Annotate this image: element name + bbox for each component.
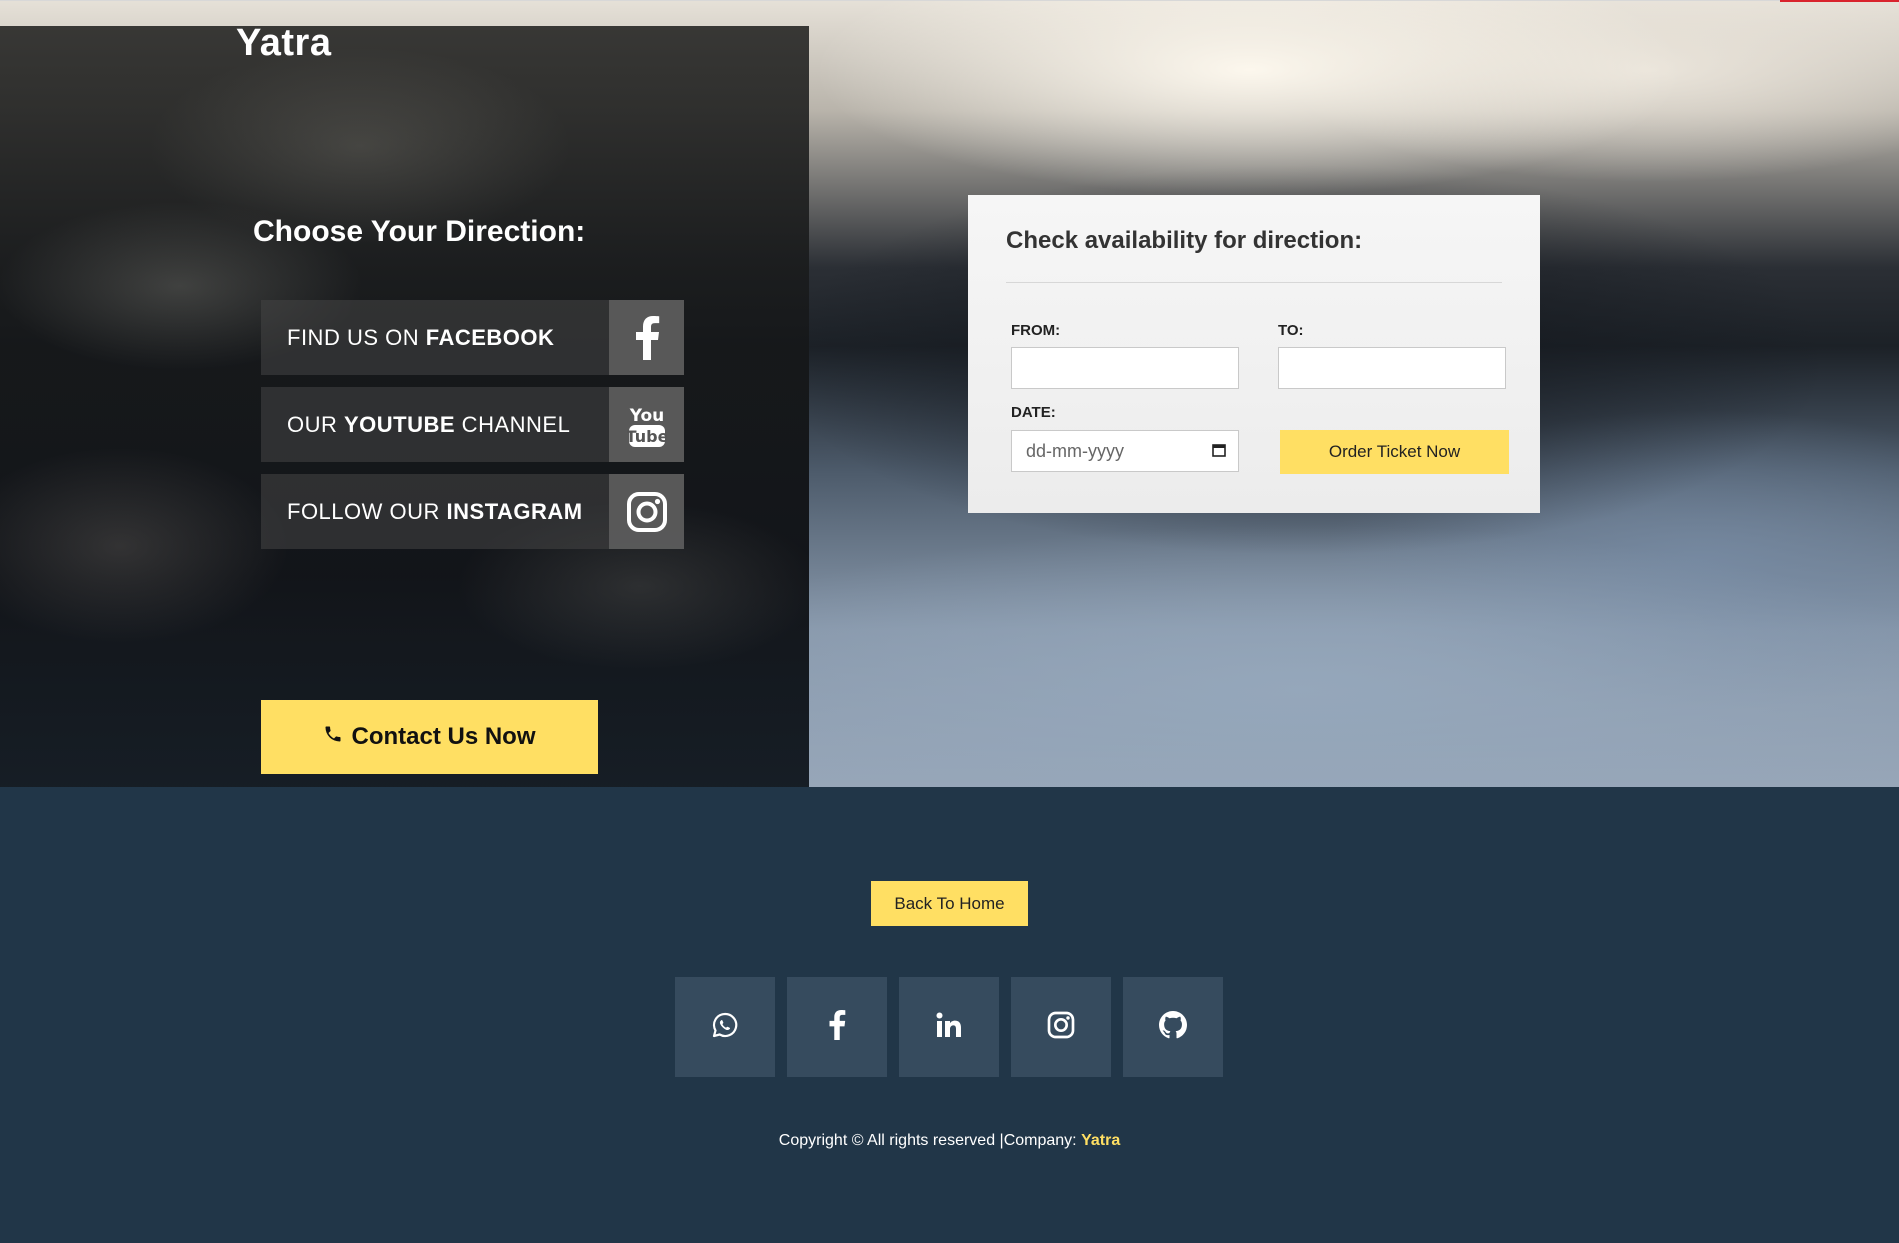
company-link[interactable]: Yatra [1081, 1132, 1120, 1149]
facebook-link[interactable] [787, 977, 887, 1077]
contact-us-button[interactable]: Contact Us Now [261, 700, 598, 774]
svg-text:You: You [628, 406, 664, 426]
social-label-bold: INSTAGRAM [446, 498, 583, 524]
date-placeholder: dd-mm-yyyy [1026, 440, 1124, 461]
instagram-icon [609, 474, 684, 549]
from-field[interactable] [1011, 347, 1239, 389]
availability-card: Check availability for direction: FROM: … [968, 195, 1540, 513]
phone-icon [323, 723, 343, 751]
whatsapp-link[interactable] [675, 977, 775, 1077]
github-link[interactable] [1123, 977, 1223, 1077]
direction-title: Choose Your Direction: [253, 215, 586, 248]
social-label-bold: YOUTUBE [344, 411, 456, 437]
social-link-label: FIND US ON FACEBOOK [261, 325, 609, 351]
instagram-link[interactable] [1011, 977, 1111, 1077]
contact-us-label: Contact Us Now [351, 723, 536, 750]
copyright-label: Copyright © All rights reserved |Company… [778, 1132, 1082, 1149]
linkedin-link[interactable] [899, 977, 999, 1077]
footer-social-icons [675, 977, 1223, 1077]
site-footer: Back To Home Copyright © All rights rese… [0, 787, 1899, 1243]
copyright-text: Copyright © All rights reserved |Company… [0, 1132, 1899, 1150]
instagram-icon [1047, 1011, 1075, 1044]
date-label: DATE: [1011, 404, 1056, 421]
from-label: FROM: [1011, 322, 1061, 339]
social-link-youtube[interactable]: OUR YOUTUBE CHANNEL You Tube [261, 387, 684, 462]
svg-text:Tube: Tube [627, 427, 667, 446]
brand-logo[interactable]: Yatra [236, 22, 331, 65]
to-label: TO: [1278, 322, 1304, 339]
top-accent-bar [1780, 0, 1899, 2]
calendar-icon[interactable] [1212, 441, 1226, 462]
facebook-icon [828, 1009, 846, 1045]
card-divider [1006, 282, 1502, 283]
social-link-label: OUR YOUTUBE CHANNEL [261, 412, 609, 438]
availability-title: Check availability for direction: [1006, 227, 1363, 254]
order-ticket-button[interactable]: Order Ticket Now [1280, 430, 1509, 474]
date-field[interactable]: dd-mm-yyyy [1011, 430, 1239, 472]
social-link-facebook[interactable]: FIND US ON FACEBOOK [261, 300, 684, 375]
social-label-prefix: FOLLOW OUR [287, 498, 447, 524]
social-label-suffix: CHANNEL [455, 411, 571, 437]
linkedin-icon [935, 1011, 963, 1044]
social-link-instagram[interactable]: FOLLOW OUR INSTAGRAM [261, 474, 684, 549]
youtube-icon: You Tube [609, 387, 684, 462]
social-label-prefix: FIND US ON [287, 324, 426, 350]
back-to-home-button[interactable]: Back To Home [871, 881, 1028, 926]
github-icon [1159, 1010, 1187, 1044]
facebook-icon [609, 300, 684, 375]
social-label-prefix: OUR [287, 411, 344, 437]
hero-background: Yatra Choose Your Direction: FIND US ON … [0, 0, 1899, 787]
whatsapp-icon [711, 1011, 739, 1044]
top-divider [0, 0, 1899, 1]
social-link-label: FOLLOW OUR INSTAGRAM [261, 499, 609, 525]
to-field[interactable] [1278, 347, 1506, 389]
social-label-bold: FACEBOOK [425, 324, 555, 350]
